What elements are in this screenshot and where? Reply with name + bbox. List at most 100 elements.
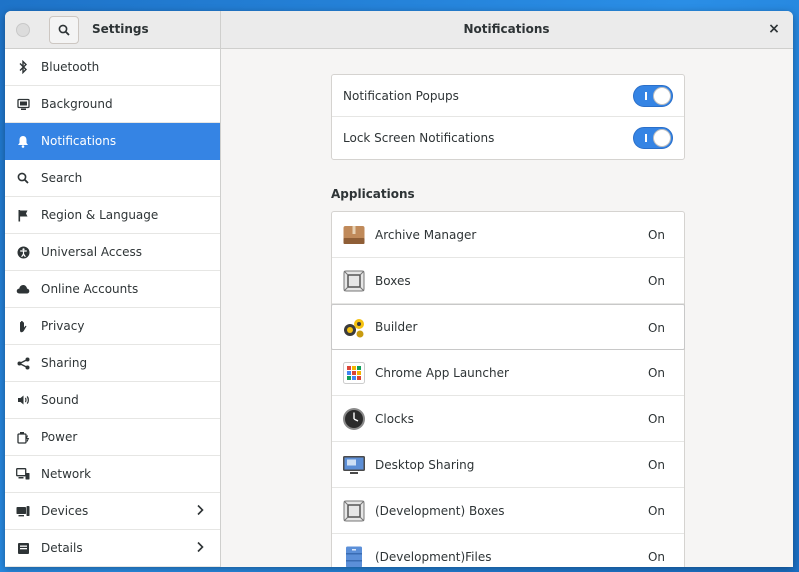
cloud-icon [16, 282, 30, 296]
app-name: (Development)Files [375, 549, 492, 564]
background-icon [16, 97, 30, 111]
app-row-boxes[interactable]: Boxes On [332, 258, 684, 304]
sidebar-item-label: Notifications [41, 134, 117, 148]
app-row-clocks[interactable]: Clocks On [332, 396, 684, 442]
boxes-icon [343, 270, 365, 291]
sidebar-item-universal-access[interactable]: Universal Access [5, 234, 220, 271]
close-icon: × [768, 21, 780, 37]
app-row-development-boxes[interactable]: (Development) Boxes On [332, 488, 684, 534]
app-status: On [647, 321, 665, 335]
app-name: Boxes [375, 273, 411, 288]
sidebar-item-label: Devices [41, 504, 89, 518]
sidebar-item-label: Online Accounts [41, 282, 139, 296]
sidebar-item-sharing[interactable]: Sharing [5, 345, 220, 382]
clock-icon [343, 407, 365, 430]
sidebar-item-power[interactable]: Power [5, 419, 220, 456]
header-bar: Settings Notifications × [5, 11, 793, 49]
details-icon [16, 541, 30, 555]
app-title: Settings [92, 22, 149, 36]
app-status: On [647, 504, 665, 518]
sidebar-item-region-language[interactable]: Region & Language [5, 197, 220, 234]
chevron-right-icon [197, 504, 204, 516]
applications-heading: Applications [331, 187, 415, 201]
switch-on-indicator-icon [645, 134, 647, 142]
app-name: Builder [375, 320, 418, 334]
close-button[interactable]: × [765, 20, 783, 38]
sidebar-item-label: Search [41, 171, 83, 185]
bell-icon [16, 134, 30, 148]
app-status: On [647, 228, 665, 242]
sidebar-item-label: Background [41, 97, 113, 111]
page-title: Notifications [463, 22, 550, 36]
app-name: Chrome App Launcher [375, 365, 509, 380]
search-button[interactable] [49, 16, 79, 44]
desktop-sharing-icon [343, 455, 365, 474]
sidebar-item-notifications[interactable]: Notifications [5, 123, 220, 160]
search-icon [16, 171, 30, 185]
global-toggles-card: Notification Popups Lock Screen Notifica… [331, 74, 685, 160]
sidebar: Bluetooth Background Notifications Searc… [5, 49, 221, 567]
files-icon [346, 546, 362, 567]
app-name: (Development) Boxes [375, 503, 505, 518]
search-icon [58, 24, 70, 36]
app-name: Desktop Sharing [375, 457, 475, 472]
sidebar-item-label: Universal Access [41, 245, 142, 259]
hand-icon [16, 319, 30, 333]
applications-list: Archive Manager On Boxes On Builder On C… [331, 211, 685, 567]
window-menu-dot-icon[interactable] [16, 23, 30, 37]
app-row-archive-manager[interactable]: Archive Manager On [332, 212, 684, 258]
archive-icon [343, 225, 365, 244]
sidebar-item-sound[interactable]: Sound [5, 382, 220, 419]
devices-icon [16, 504, 30, 518]
share-icon [16, 356, 30, 370]
app-name: Clocks [375, 411, 414, 426]
app-status: On [647, 274, 665, 288]
sidebar-item-background[interactable]: Background [5, 86, 220, 123]
chrome-launcher-icon [343, 361, 365, 384]
app-status: On [647, 412, 665, 426]
sidebar-item-label: Sharing [41, 356, 88, 370]
notifications-panel: Notification Popups Lock Screen Notifica… [221, 49, 793, 567]
app-row-builder[interactable]: Builder On [331, 304, 685, 350]
app-status: On [647, 366, 665, 380]
switch-on-indicator-icon [645, 92, 647, 100]
app-row-desktop-sharing[interactable]: Desktop Sharing On [332, 442, 684, 488]
app-row-chrome-app-launcher[interactable]: Chrome App Launcher On [332, 350, 684, 396]
speaker-icon [16, 393, 30, 407]
notification-popups-switch[interactable] [633, 85, 673, 107]
sidebar-item-privacy[interactable]: Privacy [5, 308, 220, 345]
accessibility-icon [16, 245, 30, 259]
sidebar-header: Settings [5, 11, 221, 48]
sidebar-item-label: Bluetooth [41, 60, 100, 74]
sidebar-item-label: Network [41, 467, 92, 481]
lock-screen-notifications-label: Lock Screen Notifications [343, 131, 495, 145]
sidebar-item-devices[interactable]: Devices [5, 493, 220, 530]
switch-knob [653, 129, 671, 147]
app-row-development-files[interactable]: (Development)Files On [332, 534, 684, 567]
sidebar-item-label: Sound [41, 393, 79, 407]
network-icon [16, 467, 30, 481]
notification-popups-label: Notification Popups [343, 88, 459, 103]
chevron-right-icon [197, 541, 204, 553]
power-icon [16, 430, 30, 444]
sidebar-item-label: Power [41, 430, 78, 444]
sidebar-item-network[interactable]: Network [5, 456, 220, 493]
lock-screen-notifications-row[interactable]: Lock Screen Notifications [332, 117, 684, 159]
sidebar-item-label: Details [41, 541, 83, 555]
sidebar-item-search[interactable]: Search [5, 160, 220, 197]
sidebar-item-bluetooth[interactable]: Bluetooth [5, 49, 220, 86]
notification-popups-row[interactable]: Notification Popups [332, 75, 684, 117]
settings-window: Settings Notifications × Bluetooth Backg… [5, 11, 793, 567]
lock-screen-notifications-switch[interactable] [633, 127, 673, 149]
flag-icon [16, 208, 30, 222]
sidebar-item-label: Region & Language [41, 208, 159, 222]
boxes-icon [343, 500, 365, 521]
switch-knob [653, 87, 671, 105]
sidebar-item-online-accounts[interactable]: Online Accounts [5, 271, 220, 308]
app-name: Archive Manager [375, 227, 477, 242]
app-status: On [647, 458, 665, 472]
builder-icon [344, 319, 364, 338]
sidebar-item-details[interactable]: Details [5, 530, 220, 567]
bluetooth-icon [16, 60, 30, 74]
app-status: On [647, 550, 665, 564]
